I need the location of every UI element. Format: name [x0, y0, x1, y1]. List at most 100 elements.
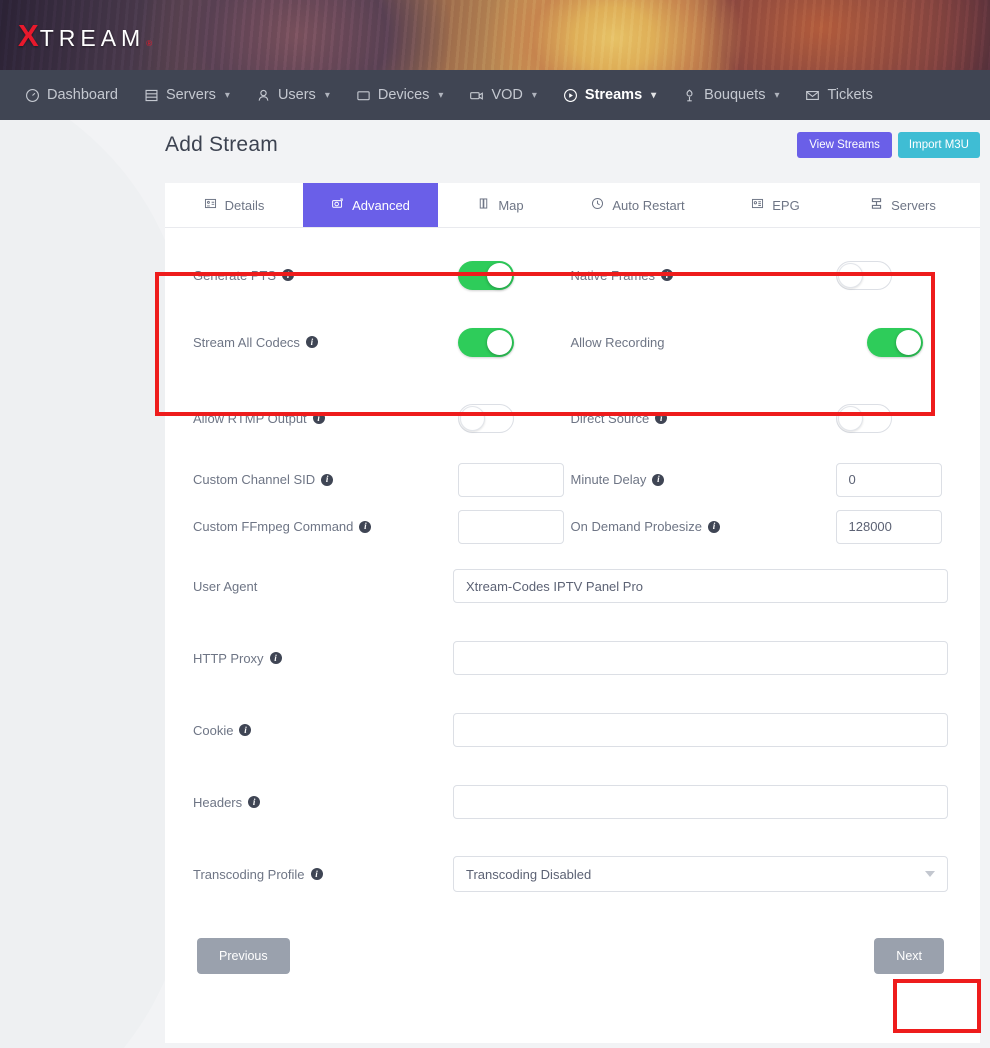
- info-icon[interactable]: i: [311, 868, 323, 880]
- nav-item-bouquets[interactable]: Bouquets ▾: [669, 70, 792, 120]
- field-allow-rtmp-output: Allow RTMP Output i: [193, 404, 571, 433]
- nav-item-users[interactable]: Users ▾: [243, 70, 343, 120]
- toggle-allow-recording[interactable]: [867, 328, 923, 357]
- input-headers[interactable]: [453, 785, 948, 819]
- toggle-knob: [838, 263, 863, 288]
- toggle-knob: [838, 406, 863, 431]
- label-text-custom-channel-sid: Custom Channel SID: [193, 472, 315, 487]
- info-icon[interactable]: i: [270, 652, 282, 664]
- field-custom-channel-sid: Custom Channel SID i: [193, 463, 571, 497]
- epg-icon: [751, 197, 764, 213]
- field-direct-source: Direct Source i: [571, 404, 949, 433]
- info-icon[interactable]: i: [321, 474, 333, 486]
- nav-item-tickets[interactable]: Tickets: [792, 70, 885, 120]
- label-text-native-frames: Native Frames: [571, 268, 656, 283]
- label-minute-delay: Minute Delay i: [571, 472, 836, 487]
- next-button-wrapper: Next: [874, 938, 944, 974]
- nav-item-vod[interactable]: VOD ▾: [456, 70, 549, 120]
- tab-epg[interactable]: EPG: [713, 183, 838, 227]
- label-generate-pts: Generate PTS i: [193, 268, 458, 283]
- chevron-down-icon: ▾: [325, 90, 330, 101]
- info-icon[interactable]: i: [708, 521, 720, 533]
- label-text-cookie: Cookie: [193, 723, 233, 738]
- chevron-down-icon: ▾: [532, 90, 537, 101]
- toggle-generate-pts[interactable]: [458, 261, 514, 290]
- nav-label-bouquets: Bouquets: [704, 87, 765, 103]
- info-icon[interactable]: i: [655, 412, 667, 424]
- label-text-user-agent: User Agent: [193, 579, 257, 594]
- view-streams-button[interactable]: View Streams: [797, 132, 892, 158]
- nav-label-streams: Streams: [585, 87, 642, 103]
- input-http-proxy[interactable]: [453, 641, 948, 675]
- input-custom-channel-sid[interactable]: [458, 463, 564, 497]
- stream-form-card: Details Advanced Map: [165, 183, 980, 1043]
- label-native-frames: Native Frames i: [571, 268, 836, 283]
- form-row-sid-delay: Custom Channel SID i Minute Delay i: [193, 456, 948, 503]
- xtream-logo[interactable]: X TREAM ®: [18, 20, 152, 51]
- form-row-rtmp-directsource: Allow RTMP Output i Direct Source i: [193, 380, 948, 456]
- form-row-pts-frames: Generate PTS i Native Frames i: [193, 246, 948, 304]
- chevron-down-icon: ▾: [438, 90, 443, 101]
- toggle-stream-all-codecs[interactable]: [458, 328, 514, 357]
- nav-label-vod: VOD: [491, 87, 522, 103]
- input-minute-delay[interactable]: [836, 463, 942, 497]
- form-row-cookie: Cookie i: [193, 694, 948, 766]
- nav-item-devices[interactable]: Devices ▾: [343, 70, 457, 120]
- label-stream-all-codecs: Stream All Codecs i: [193, 335, 458, 350]
- field-on-demand-probesize: On Demand Probesize i: [571, 510, 949, 544]
- import-m3u-button[interactable]: Import M3U: [898, 132, 980, 158]
- label-text-on-demand-probesize: On Demand Probesize: [571, 519, 703, 534]
- label-http-proxy: HTTP Proxy i: [193, 651, 453, 666]
- chevron-down-icon: ▾: [651, 90, 656, 101]
- field-allow-recording: Allow Recording: [571, 328, 949, 357]
- info-icon[interactable]: i: [306, 336, 318, 348]
- tab-auto-restart[interactable]: Auto Restart: [563, 183, 713, 227]
- info-icon[interactable]: i: [661, 269, 673, 281]
- tab-servers[interactable]: Servers: [838, 183, 968, 227]
- field-stream-all-codecs: Stream All Codecs i: [193, 328, 571, 357]
- logo-trademark-icon: ®: [146, 39, 152, 48]
- toggle-knob: [460, 406, 485, 431]
- play-circle-icon: [563, 88, 578, 103]
- select-transcoding-profile[interactable]: Transcoding Disabled: [453, 856, 948, 892]
- info-icon[interactable]: i: [359, 521, 371, 533]
- nav-item-servers[interactable]: Servers ▾: [131, 70, 243, 120]
- input-custom-ffmpeg-command[interactable]: [458, 510, 564, 544]
- server-icon: [144, 88, 159, 103]
- info-icon[interactable]: i: [282, 269, 294, 281]
- nav-item-dashboard[interactable]: Dashboard: [12, 70, 131, 120]
- field-generate-pts: Generate PTS i: [193, 261, 571, 290]
- logo-x-mark: X: [18, 20, 39, 51]
- field-custom-ffmpeg-command: Custom FFmpeg Command i: [193, 510, 571, 544]
- form-tabs: Details Advanced Map: [165, 183, 980, 228]
- previous-button[interactable]: Previous: [197, 938, 290, 974]
- logo-wordmark: TREAM: [40, 27, 146, 50]
- toggle-native-frames[interactable]: [836, 261, 892, 290]
- info-icon[interactable]: i: [313, 412, 325, 424]
- tab-label-auto-restart: Auto Restart: [612, 198, 684, 213]
- label-custom-ffmpeg-command: Custom FFmpeg Command i: [193, 519, 458, 534]
- select-value-transcoding-profile: Transcoding Disabled: [466, 867, 591, 882]
- input-on-demand-probesize[interactable]: [836, 510, 942, 544]
- tab-map[interactable]: Map: [438, 183, 563, 227]
- info-icon[interactable]: i: [248, 796, 260, 808]
- tab-details[interactable]: Details: [165, 183, 303, 227]
- label-text-minute-delay: Minute Delay: [571, 472, 647, 487]
- next-button[interactable]: Next: [874, 938, 944, 974]
- toggle-direct-source[interactable]: [836, 404, 892, 433]
- servers-icon: [870, 197, 883, 213]
- input-cookie[interactable]: [453, 713, 948, 747]
- toggle-allow-rtmp-output[interactable]: [458, 404, 514, 433]
- label-transcoding-profile: Transcoding Profile i: [193, 867, 453, 882]
- tab-advanced[interactable]: Advanced: [303, 183, 438, 227]
- clock-icon: [591, 197, 604, 213]
- input-user-agent[interactable]: [453, 569, 948, 603]
- info-icon[interactable]: i: [652, 474, 664, 486]
- toggle-knob: [896, 330, 921, 355]
- nav-item-streams[interactable]: Streams ▾: [550, 70, 669, 120]
- nav-label-servers: Servers: [166, 87, 216, 103]
- info-icon[interactable]: i: [239, 724, 251, 736]
- form-row-ffmpeg-probesize: Custom FFmpeg Command i On Demand Probes…: [193, 503, 948, 550]
- label-text-headers: Headers: [193, 795, 242, 810]
- label-direct-source: Direct Source i: [571, 411, 836, 426]
